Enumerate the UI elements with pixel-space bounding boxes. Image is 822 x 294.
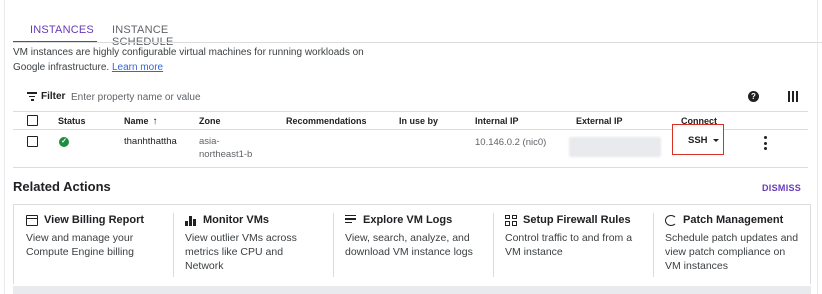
- card-view-billing-report[interactable]: View Billing Report View and manage your…: [26, 205, 172, 285]
- page-description: VM instances are highly configurable vir…: [13, 45, 393, 75]
- more-vert-icon[interactable]: [762, 136, 768, 150]
- header-recommendations[interactable]: Recommendations: [286, 116, 367, 126]
- header-in-use-by[interactable]: In use by: [399, 116, 438, 126]
- ssh-label: SSH: [688, 135, 708, 146]
- filter-icon[interactable]: [27, 92, 37, 101]
- card-description: View, search, analyze, and download VM in…: [345, 232, 473, 258]
- card-description: View outlier VMs across metrics like CPU …: [185, 232, 297, 272]
- tab-divider: [13, 42, 822, 43]
- external-ip-redacted: [569, 137, 661, 157]
- card-title: View Billing Report: [44, 214, 145, 226]
- logs-icon: [345, 214, 357, 226]
- firewall-icon: [505, 214, 517, 226]
- instance-zone: asia-northeast1-b: [199, 136, 253, 160]
- card-description: Schedule patch updates and view patch com…: [665, 232, 799, 272]
- ssh-button[interactable]: SSH: [672, 124, 724, 155]
- card-title: Explore VM Logs: [363, 214, 453, 226]
- header-external-ip[interactable]: External IP: [576, 116, 623, 126]
- check-circle-icon: ✓: [59, 137, 69, 147]
- card-divider: [493, 213, 494, 277]
- card-title: Setup Firewall Rules: [523, 214, 631, 226]
- card-description: Control traffic to and from a VM instance: [505, 232, 633, 258]
- filter-label: Filter: [41, 91, 66, 102]
- tab-instances[interactable]: INSTANCES: [13, 14, 97, 43]
- dismiss-button[interactable]: DISMISS: [762, 183, 801, 193]
- select-all-checkbox[interactable]: [27, 115, 38, 126]
- card-title: Patch Management: [683, 214, 784, 226]
- card-setup-firewall-rules[interactable]: Setup Firewall Rules Control traffic to …: [505, 205, 653, 285]
- horizontal-scrollbar[interactable]: [13, 286, 811, 294]
- description-text: VM instances are highly configurable vir…: [13, 47, 364, 73]
- header-status[interactable]: Status: [58, 116, 86, 126]
- column-display-icon[interactable]: [788, 91, 798, 102]
- monitoring-icon: [185, 215, 197, 226]
- chevron-down-icon[interactable]: [713, 139, 719, 142]
- card-explore-vm-logs[interactable]: Explore VM Logs View, search, analyze, a…: [345, 205, 493, 285]
- card-title: Monitor VMs: [203, 214, 269, 226]
- sort-ascending-icon: ↑: [152, 116, 158, 127]
- card-divider: [333, 213, 334, 277]
- help-icon[interactable]: ?: [748, 91, 759, 102]
- header-internal-ip[interactable]: Internal IP: [475, 116, 519, 126]
- header-name[interactable]: Name ↑: [124, 116, 158, 127]
- instances-table: Status Name ↑ Zone Recommendations In use…: [13, 112, 808, 168]
- card-patch-management[interactable]: Patch Management Schedule patch updates …: [665, 205, 810, 285]
- internal-ip: 10.146.0.2 (nic0): [475, 137, 547, 148]
- card-description: View and manage your Compute Engine billi…: [26, 232, 134, 258]
- related-actions-cards: View Billing Report View and manage your…: [13, 204, 811, 284]
- card-divider: [173, 213, 174, 277]
- learn-more-link[interactable]: Learn more: [112, 62, 163, 73]
- filter-input[interactable]: [71, 87, 371, 107]
- card-divider: [653, 213, 654, 277]
- row-checkbox[interactable]: [27, 136, 38, 147]
- related-actions-title: Related Actions: [13, 179, 111, 194]
- tab-bar: INSTANCES INSTANCE SCHEDULE: [13, 14, 221, 48]
- header-zone[interactable]: Zone: [199, 116, 221, 126]
- instance-name[interactable]: thanhthattha: [124, 136, 177, 147]
- card-monitor-vms[interactable]: Monitor VMs View outlier VMs across metri…: [185, 205, 331, 285]
- tab-instance-schedule[interactable]: INSTANCE SCHEDULE: [97, 14, 221, 48]
- billing-icon: [26, 214, 38, 226]
- filter-bar: Filter ?: [13, 82, 808, 112]
- patch-icon: [665, 214, 677, 226]
